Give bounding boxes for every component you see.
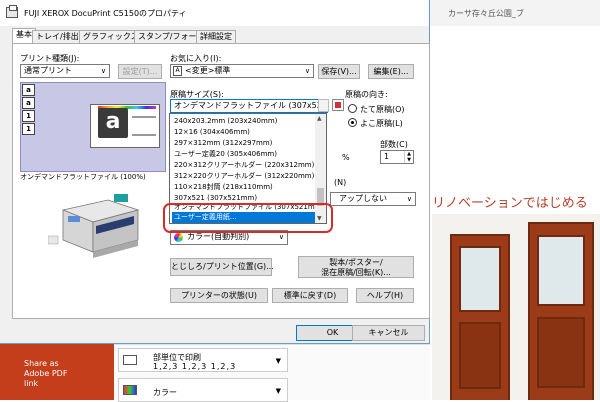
print-type-label: プリント種類(J):: [20, 54, 80, 63]
portrait-radio[interactable]: [348, 104, 357, 113]
restore-defaults-button[interactable]: 標準に戻す(D): [272, 288, 348, 303]
paper-settings-icon[interactable]: [332, 99, 344, 111]
sides-icon: 1: [22, 123, 35, 135]
paper-size-option[interactable]: 110×218封筒 (218x110mm): [172, 182, 316, 193]
paper-size-option[interactable]: ユーザー定義20 (305x406mm): [172, 149, 316, 160]
paper-size-dropdown-toggle[interactable]: [318, 99, 329, 112]
orientation-icon: a: [22, 97, 35, 109]
copies-stepper[interactable]: 1 ▲ ▼: [380, 150, 414, 164]
binding-position-button[interactable]: とじしろ/プリント位置(G)...: [170, 258, 274, 276]
background-headline: リノベーションではじめる: [432, 196, 588, 211]
color-option-label: カラー: [153, 388, 177, 397]
orientation-label: 原稿の向き:: [345, 90, 388, 99]
nup-label: (N): [334, 178, 347, 187]
color-option[interactable]: カラー ▼: [118, 378, 288, 402]
chevron-down-icon: ∨: [304, 67, 310, 75]
booklet-poster-button[interactable]: 製本/ポスター/ 混在原稿/回転(K)...: [298, 256, 414, 278]
help-button[interactable]: ヘルプ(H): [356, 288, 414, 303]
copies-icon: 1: [22, 110, 35, 122]
preview-caption: オンデマンドフラットファイル (100%): [20, 173, 146, 181]
paper-size-option[interactable]: 220×312クリアーホルダー (220x312mm): [172, 160, 316, 171]
paper-size-option[interactable]: 312×220クリアーホルダー (312x220mm): [172, 171, 316, 182]
background-door-photo: [432, 214, 600, 400]
background-topbar-text: カーサ存々丘公園_ブ: [448, 9, 524, 18]
favorites-select[interactable]: A <変更>標準 ∨: [170, 64, 314, 78]
preview-text-lines: [132, 116, 156, 136]
nup-select[interactable]: アップしない ∨: [330, 192, 416, 206]
printer-illustration: [48, 194, 140, 258]
paper-size-option[interactable]: 12×16 (304x406mm): [172, 127, 316, 138]
collate-order: 1,2,3 1,2,3 1,2,3: [153, 362, 237, 371]
collate-icon: [123, 355, 137, 365]
print-type-select[interactable]: 通常プリント ∨: [20, 64, 110, 78]
landscape-radio[interactable]: [348, 118, 357, 127]
printer-status-button[interactable]: プリンターの状態(U): [170, 288, 268, 303]
print-type-settings-button[interactable]: 設定(T)...: [118, 64, 162, 79]
paper-size-option[interactable]: 297×312mm (312x297mm): [172, 138, 316, 149]
paper-size-option[interactable]: 240x203.2mm (203x240mm): [172, 116, 316, 127]
tab-tray-output[interactable]: トレイ/排出: [32, 30, 83, 43]
chevron-down-icon: ∨: [406, 195, 412, 203]
copies-label: 部数(C): [380, 140, 408, 149]
highlight-ring: [163, 203, 333, 233]
title-bar: FUJI XEROX DocuPrint C5150のプロパティ: [0, 0, 429, 26]
collate-option[interactable]: 部単位で印刷 1,2,3 1,2,3 1,2,3 ▼: [118, 348, 288, 372]
background-print-options: 部単位で印刷 1,2,3 1,2,3 1,2,3 ▼ カラー ▼: [114, 344, 430, 402]
save-favorite-button[interactable]: 保存(V)...: [318, 64, 360, 79]
color-icon: [123, 385, 137, 395]
share-adobe-pdf-link[interactable]: Share as Adobe PDF link: [24, 359, 104, 389]
print-type-icon: a: [22, 84, 35, 96]
paper-size-select[interactable]: オンデマンドフラットファイル (307x521∨: [170, 99, 328, 113]
percent-unit: %: [342, 153, 350, 162]
chevron-down-icon: ∨: [100, 67, 106, 75]
favorites-label: お気に入り(I):: [170, 54, 222, 63]
window-title: FUJI XEROX DocuPrint C5150のプロパティ: [24, 9, 187, 18]
background-topbar: カーサ存々丘公園_ブ: [430, 0, 600, 26]
favorites-icon: A: [173, 66, 182, 76]
edit-favorite-button[interactable]: 編集(E)...: [368, 64, 414, 79]
tab-advanced[interactable]: 詳細設定: [196, 30, 236, 43]
cancel-button[interactable]: キャンセル: [352, 325, 425, 341]
landscape-label: よこ原稿(L): [360, 119, 403, 128]
preview-letter: a: [98, 108, 128, 138]
printer-icon: [6, 5, 18, 18]
chevron-down-icon: ▼: [275, 357, 281, 365]
stepper-arrows[interactable]: ▲ ▼: [404, 151, 413, 163]
chevron-down-icon: ▼: [275, 387, 281, 395]
portrait-label: たて原稿(O): [360, 105, 405, 114]
scroll-up-icon[interactable]: ▲: [317, 115, 322, 122]
color-wheel-icon: [174, 233, 183, 242]
